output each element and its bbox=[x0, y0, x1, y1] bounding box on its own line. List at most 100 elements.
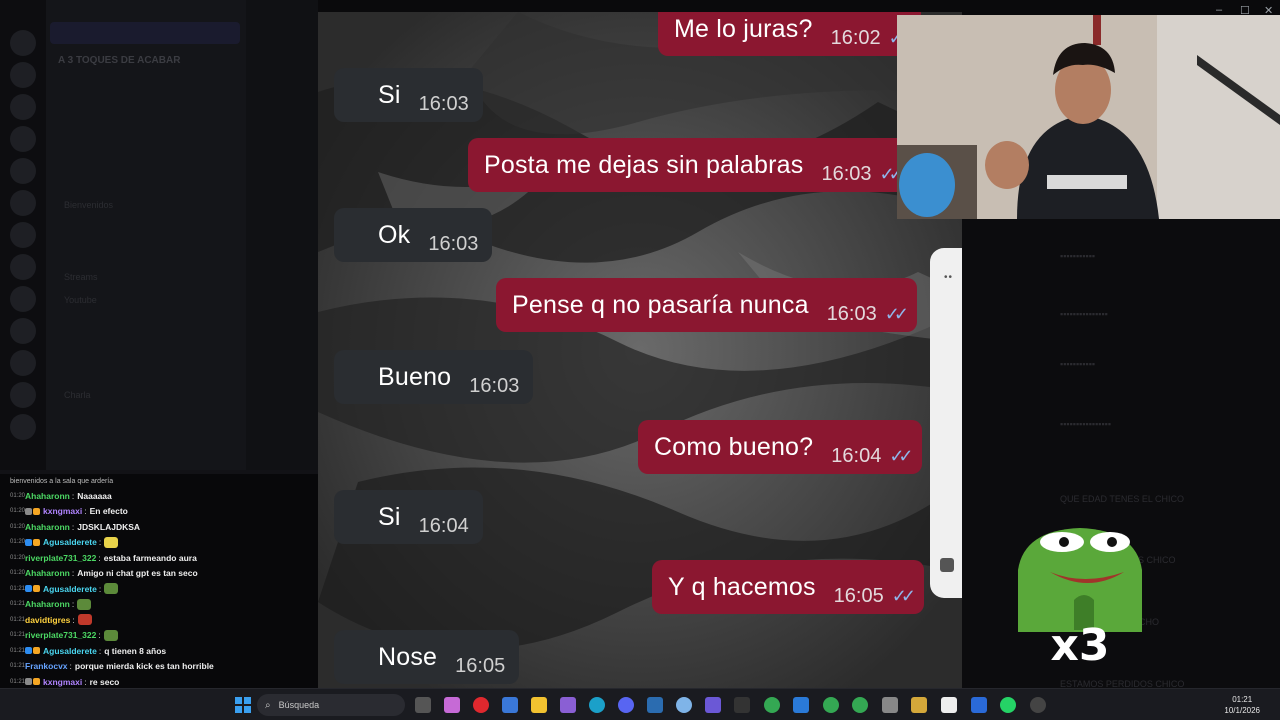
chat-username[interactable]: Ahaharonn bbox=[25, 599, 70, 609]
chat-timestamp: 01:20 bbox=[10, 508, 26, 515]
search-placeholder: Búsqueda bbox=[278, 700, 320, 710]
more-icon[interactable]: •• bbox=[944, 272, 953, 283]
taskbar-clock[interactable]: 01:21 10/1/2026 bbox=[1224, 694, 1260, 716]
server-icon[interactable] bbox=[10, 94, 36, 120]
channel-item[interactable]: Youtube bbox=[64, 295, 97, 305]
close-button[interactable]: ✕ bbox=[1264, 4, 1273, 17]
chat-separator: : bbox=[71, 568, 75, 579]
chat-username[interactable]: kxngmaxi bbox=[43, 677, 82, 687]
channel-item[interactable]: Streams bbox=[64, 272, 98, 282]
server-icon[interactable] bbox=[10, 382, 36, 408]
message-time: 16:04 bbox=[831, 444, 882, 467]
server-icon[interactable] bbox=[10, 126, 36, 152]
minimize-button[interactable]: – bbox=[1216, 4, 1222, 16]
server-icon[interactable] bbox=[10, 414, 36, 440]
chat-message: 01:21 Agusalderete: bbox=[10, 581, 119, 597]
opera-icon[interactable] bbox=[473, 697, 489, 713]
chat-separator: : bbox=[71, 521, 75, 532]
badge-icon bbox=[25, 507, 32, 515]
settings-icon[interactable] bbox=[882, 697, 898, 713]
read-receipt-icon: ✓✓ bbox=[889, 445, 913, 466]
server-icon[interactable] bbox=[10, 254, 36, 280]
chrome-icon[interactable] bbox=[764, 697, 780, 713]
message-time: 16:03 bbox=[418, 92, 469, 115]
chat-username[interactable]: kxngmaxi bbox=[43, 506, 82, 516]
chat-timestamp: 01:20 bbox=[10, 492, 26, 499]
chat-username[interactable]: riverplate731_322 bbox=[25, 630, 96, 640]
chat-username[interactable]: riverplate731_322 bbox=[25, 553, 96, 563]
scroll-handle[interactable]: •• bbox=[930, 248, 964, 598]
pepe-emote-icon: x3 bbox=[1018, 528, 1142, 665]
chat-timestamp: 01:21 bbox=[10, 678, 26, 685]
chat-username[interactable]: davidtigres bbox=[25, 615, 70, 625]
server-icon[interactable] bbox=[10, 222, 36, 248]
incoming-message[interactable]: Si 16:04 bbox=[334, 490, 483, 544]
message-text: Me lo juras? bbox=[674, 14, 813, 43]
server-icon[interactable] bbox=[10, 190, 36, 216]
chat-username[interactable]: Frankocvx bbox=[25, 661, 68, 671]
incoming-message[interactable]: Bueno 16:03 bbox=[334, 350, 534, 404]
folder-icon[interactable] bbox=[531, 697, 547, 713]
chat-username[interactable]: Agusalderete bbox=[43, 646, 97, 656]
ccleaner-icon[interactable] bbox=[676, 697, 692, 713]
start-icon[interactable] bbox=[235, 697, 251, 713]
chat-separator: : bbox=[98, 552, 101, 563]
outgoing-message[interactable]: Como bueno? 16:04 ✓✓ bbox=[638, 420, 922, 474]
terminal-icon[interactable] bbox=[734, 697, 750, 713]
outgoing-message[interactable]: Pense q no pasaría nunca 16:03 ✓✓ bbox=[496, 278, 917, 332]
apps-icon[interactable] bbox=[705, 697, 721, 713]
outgoing-message[interactable]: Posta me dejas sin palabras 16:03 ✓✓ bbox=[468, 138, 912, 192]
whatsapp-icon[interactable] bbox=[1000, 697, 1016, 713]
search-bar[interactable] bbox=[50, 22, 240, 44]
badge-icon bbox=[25, 585, 32, 593]
incoming-message[interactable]: Ok 16:03 bbox=[334, 208, 493, 262]
pen-icon[interactable] bbox=[560, 697, 576, 713]
server-icon[interactable] bbox=[10, 318, 36, 344]
chat-username[interactable]: Agusalderete bbox=[43, 537, 97, 547]
member-list bbox=[246, 0, 318, 470]
app-icon[interactable] bbox=[941, 697, 957, 713]
edge-icon[interactable] bbox=[589, 697, 605, 713]
files-icon[interactable] bbox=[911, 697, 927, 713]
conversation-view: Me lo juras? 16:02 ✓✓ Si16:03 Posta me dejas… bbox=[318, 12, 962, 688]
message-time: 16:03 bbox=[469, 374, 520, 397]
incoming-message[interactable]: Si 16:03 bbox=[334, 68, 483, 122]
server-name[interactable]: A 3 TOQUES DE ACABAR bbox=[58, 55, 180, 66]
chat-username[interactable]: Ahaharonn bbox=[25, 491, 70, 501]
vscode-icon[interactable] bbox=[647, 697, 663, 713]
message-time: 16:05 bbox=[455, 654, 506, 677]
taskbar-search[interactable]: ⌕ Búsqueda bbox=[257, 694, 405, 716]
message-time: 16:02 bbox=[830, 26, 881, 49]
notepad-icon[interactable] bbox=[793, 697, 809, 713]
outgoing-message[interactable]: Me lo juras?16:02✓✓ bbox=[658, 12, 921, 56]
store-icon[interactable] bbox=[502, 697, 518, 713]
server-icon[interactable] bbox=[10, 286, 36, 312]
outlook-icon[interactable] bbox=[971, 697, 987, 713]
obs-icon[interactable] bbox=[1030, 697, 1046, 713]
channel-item[interactable]: Charla bbox=[64, 390, 91, 400]
maximize-button[interactable]: ☐ bbox=[1240, 4, 1250, 17]
message-text: Bueno bbox=[378, 362, 452, 391]
chrome-icon[interactable] bbox=[823, 697, 839, 713]
task-view-icon[interactable] bbox=[415, 697, 431, 713]
chat-username[interactable]: Ahaharonn bbox=[25, 568, 70, 578]
discord-icon[interactable] bbox=[618, 697, 634, 713]
channel-item[interactable]: Bienvenidos bbox=[64, 200, 113, 210]
chat-message: 01:20 kxngmaxi: En efecto bbox=[10, 504, 128, 520]
chat-username[interactable]: Ahaharonn bbox=[25, 522, 70, 532]
server-icon[interactable] bbox=[10, 158, 36, 184]
incoming-message[interactable]: Nose 16:05 bbox=[334, 630, 520, 684]
server-icon[interactable] bbox=[10, 350, 36, 376]
chat-timestamp: 01:21 bbox=[10, 585, 26, 592]
outgoing-message[interactable]: Y q hacemos 16:05 ✓✓ bbox=[652, 560, 924, 614]
server-icon[interactable] bbox=[10, 30, 36, 56]
chat-timestamp: 01:21 bbox=[10, 616, 26, 623]
copilot-icon[interactable] bbox=[444, 697, 460, 713]
chat-username[interactable]: Agusalderete bbox=[43, 584, 97, 594]
server-icon[interactable] bbox=[10, 62, 36, 88]
chat-emote-icon bbox=[104, 536, 119, 548]
chrome-icon[interactable] bbox=[852, 697, 868, 713]
chat-message: 01:21 davidtigres: bbox=[10, 612, 92, 628]
mute-icon[interactable] bbox=[940, 558, 954, 572]
clock-time: 01:21 bbox=[1232, 695, 1253, 704]
